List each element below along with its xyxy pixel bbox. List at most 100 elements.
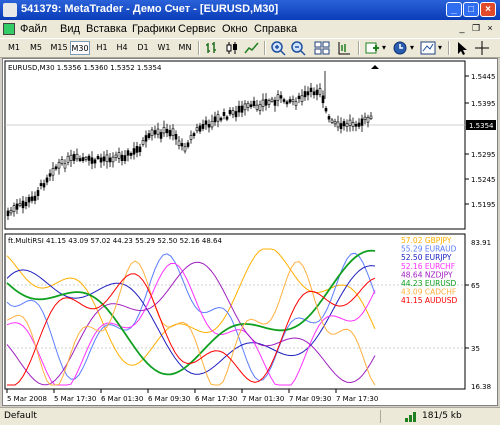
candle-body: [45, 177, 49, 183]
price-panel: [4, 60, 466, 230]
indicator-scale-bottom: 16.38: [471, 383, 491, 391]
close-button[interactable]: ×: [480, 2, 496, 17]
indicators-dropdown-icon[interactable]: ▾: [380, 41, 388, 55]
current-price-value: 1.5354: [469, 122, 494, 130]
candle-body: [270, 98, 274, 102]
candle-body: [213, 116, 217, 123]
menu-insert[interactable]: Вставка: [86, 23, 127, 35]
mdi-minimize-button[interactable]: _: [456, 23, 468, 34]
candle-body: [30, 196, 34, 201]
price-chart-header: EURUSD,M30 1.5356 1.5360 1.5352 1.5354: [8, 64, 162, 72]
candle-body: [210, 120, 214, 128]
timeframe-d1-button[interactable]: D1: [135, 41, 151, 55]
timeframe-m30-button[interactable]: M30: [70, 41, 90, 55]
crosshair-icon[interactable]: [474, 40, 490, 56]
chart-shift-icon[interactable]: [336, 40, 352, 56]
candle-body: [150, 129, 154, 136]
candle-body: [153, 130, 157, 135]
timeframe-w1-button[interactable]: W1: [156, 41, 172, 55]
timeframe-h4-button[interactable]: H4: [114, 41, 130, 55]
mdi-restore-button[interactable]: ❐: [470, 23, 482, 34]
candle-body: [234, 111, 238, 118]
candle-body: [84, 156, 88, 160]
chart-canvas[interactable]: EURUSD,M30 1.5356 1.5360 1.5352 1.5354 1…: [3, 59, 497, 405]
zoom-in-icon[interactable]: [270, 40, 286, 56]
candle-body: [264, 99, 268, 106]
chart-window[interactable]: EURUSD,M30 1.5356 1.5360 1.5352 1.5354 1…: [2, 58, 498, 406]
candle-body: [240, 105, 244, 113]
periods-dropdown-icon[interactable]: ▾: [408, 41, 416, 55]
candle-body: [330, 119, 334, 123]
candle-body: [222, 111, 226, 116]
timeframe-m15-button[interactable]: M15: [49, 41, 69, 55]
price-tick: 1.5445: [471, 73, 496, 81]
candle-body: [276, 94, 280, 101]
templates-icon[interactable]: [420, 40, 436, 56]
menu-help[interactable]: Справка: [254, 23, 297, 35]
candle-body: [366, 117, 370, 123]
candle-body: [189, 135, 193, 140]
toolbar-separator: [198, 41, 200, 55]
price-tick: 1.5395: [471, 100, 496, 108]
candle-body: [300, 95, 304, 102]
candle-body: [111, 156, 115, 163]
app-icon: [3, 3, 17, 17]
indicators-icon[interactable]: [364, 40, 380, 56]
periods-clock-icon[interactable]: [392, 40, 408, 56]
candle-body: [21, 200, 25, 209]
time-label: 5 Mar 2008: [7, 395, 47, 403]
candle-body: [51, 168, 55, 176]
mdi-close-button[interactable]: ×: [484, 23, 496, 34]
templates-dropdown-icon[interactable]: ▾: [436, 41, 444, 55]
time-label: 7 Mar 09:30: [289, 395, 331, 403]
candle-body: [132, 148, 136, 155]
candle-body: [216, 114, 220, 122]
candlestick-icon[interactable]: [224, 40, 240, 56]
maximize-button[interactable]: □: [463, 2, 479, 17]
menu-view[interactable]: Вид: [60, 23, 80, 35]
candle-body: [342, 121, 346, 127]
time-label: 5 Mar 17:30: [54, 395, 96, 403]
line-chart-icon[interactable]: [244, 40, 260, 56]
candle-body: [126, 150, 130, 156]
candle-body: [105, 154, 109, 162]
candle-body: [156, 128, 160, 135]
menu-tools[interactable]: Сервис: [178, 23, 216, 35]
timeframe-m1-button[interactable]: M1: [6, 41, 22, 55]
menu-charts[interactable]: Графики: [132, 23, 176, 35]
candle-body: [24, 202, 28, 207]
bar-chart-icon[interactable]: [204, 40, 220, 56]
candle-body: [102, 156, 106, 162]
menu-window[interactable]: Окно: [222, 23, 248, 35]
tile-windows-icon[interactable]: [314, 40, 330, 56]
toolbar: M1 M5 M15 M30 H1 H4 D1 W1 MN ▾ ▾ ▾: [0, 38, 500, 58]
candle-body: [255, 104, 259, 110]
candle-body: [306, 91, 310, 96]
candle-body: [309, 87, 313, 92]
cursor-icon[interactable]: [454, 40, 470, 56]
candle-body: [285, 101, 289, 105]
timeframe-m5-button[interactable]: M5: [28, 41, 44, 55]
zoom-out-icon[interactable]: [290, 40, 306, 56]
candle-body: [114, 154, 118, 158]
candle-body: [294, 101, 298, 106]
menu-file[interactable]: Файл: [20, 23, 47, 35]
candle-body: [219, 117, 223, 121]
candle-body: [81, 157, 85, 162]
candle-body: [96, 156, 100, 159]
time-label: 6 Mar 01:30: [101, 395, 143, 403]
profile-name: Default: [4, 411, 37, 421]
candle-body: [363, 116, 367, 121]
candle-body: [120, 154, 124, 162]
candle-body: [18, 203, 22, 206]
candle-body: [186, 142, 190, 147]
candle-body: [72, 154, 76, 161]
minimize-button[interactable]: _: [446, 2, 462, 17]
candle-body: [180, 143, 184, 147]
candle-body: [357, 122, 361, 127]
timeframe-mn-button[interactable]: MN: [176, 41, 194, 55]
timeframe-h1-button[interactable]: H1: [94, 41, 110, 55]
time-label: 6 Mar 17:30: [195, 395, 237, 403]
candle-body: [12, 205, 16, 212]
candle-body: [144, 135, 148, 142]
